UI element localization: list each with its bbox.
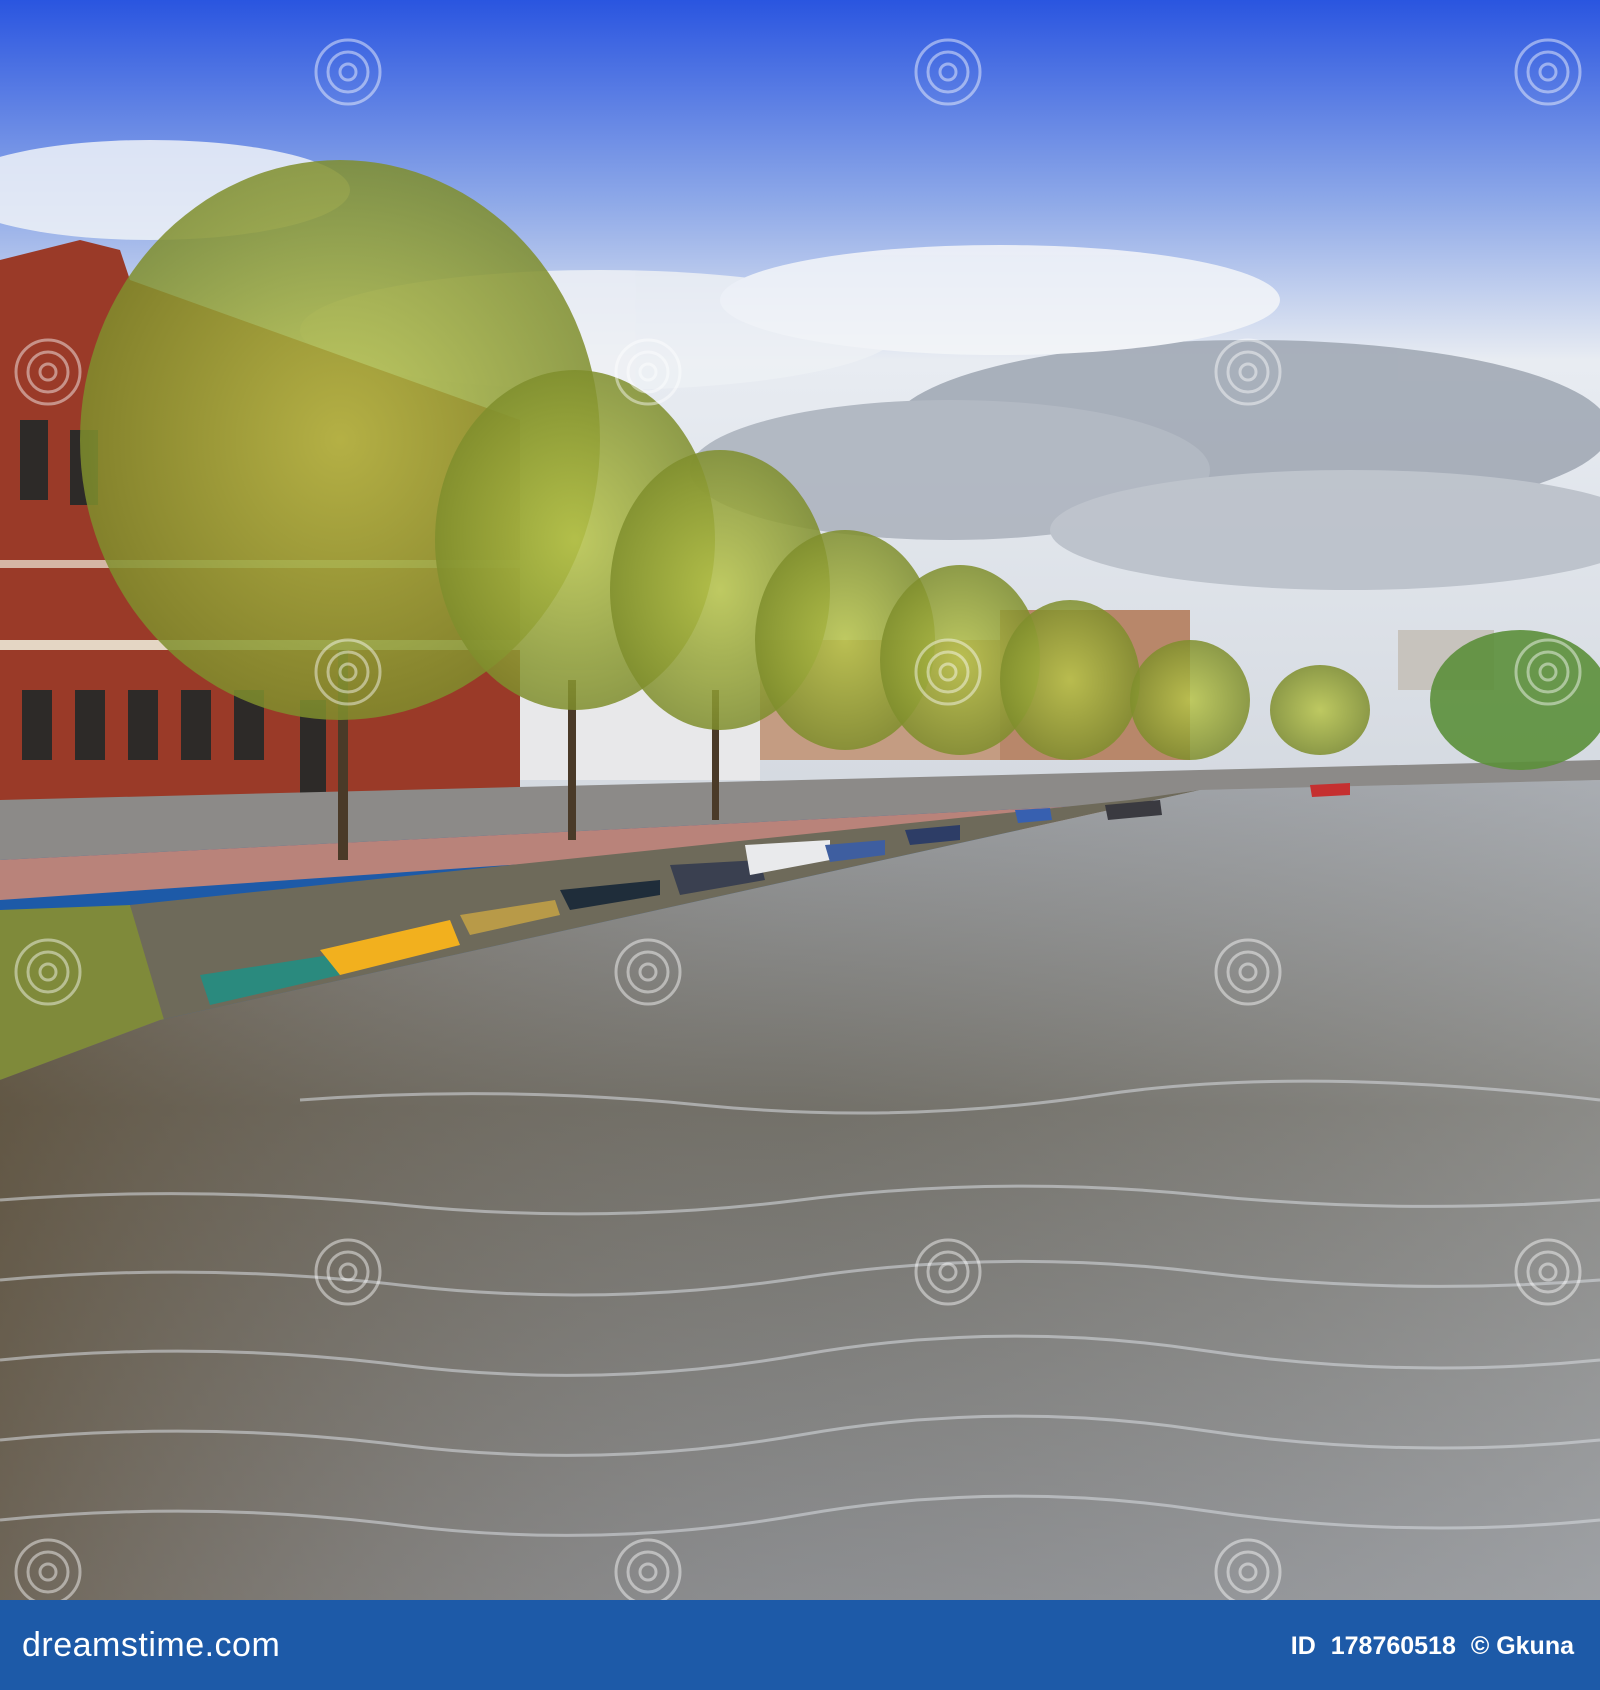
copyright: © Gkuna	[1470, 1632, 1574, 1660]
id-value: 178760518	[1330, 1632, 1456, 1660]
footer-bar: dreamstime.com ID 178760518 © Gkuna	[0, 1600, 1600, 1690]
brand-name[interactable]: dreamstime.com	[22, 1626, 280, 1665]
image-meta: ID 178760518 © Gkuna	[1283, 1632, 1574, 1661]
id-label: ID	[1290, 1632, 1316, 1660]
photo	[0, 0, 1600, 1600]
canal-scene	[0, 0, 1600, 1600]
